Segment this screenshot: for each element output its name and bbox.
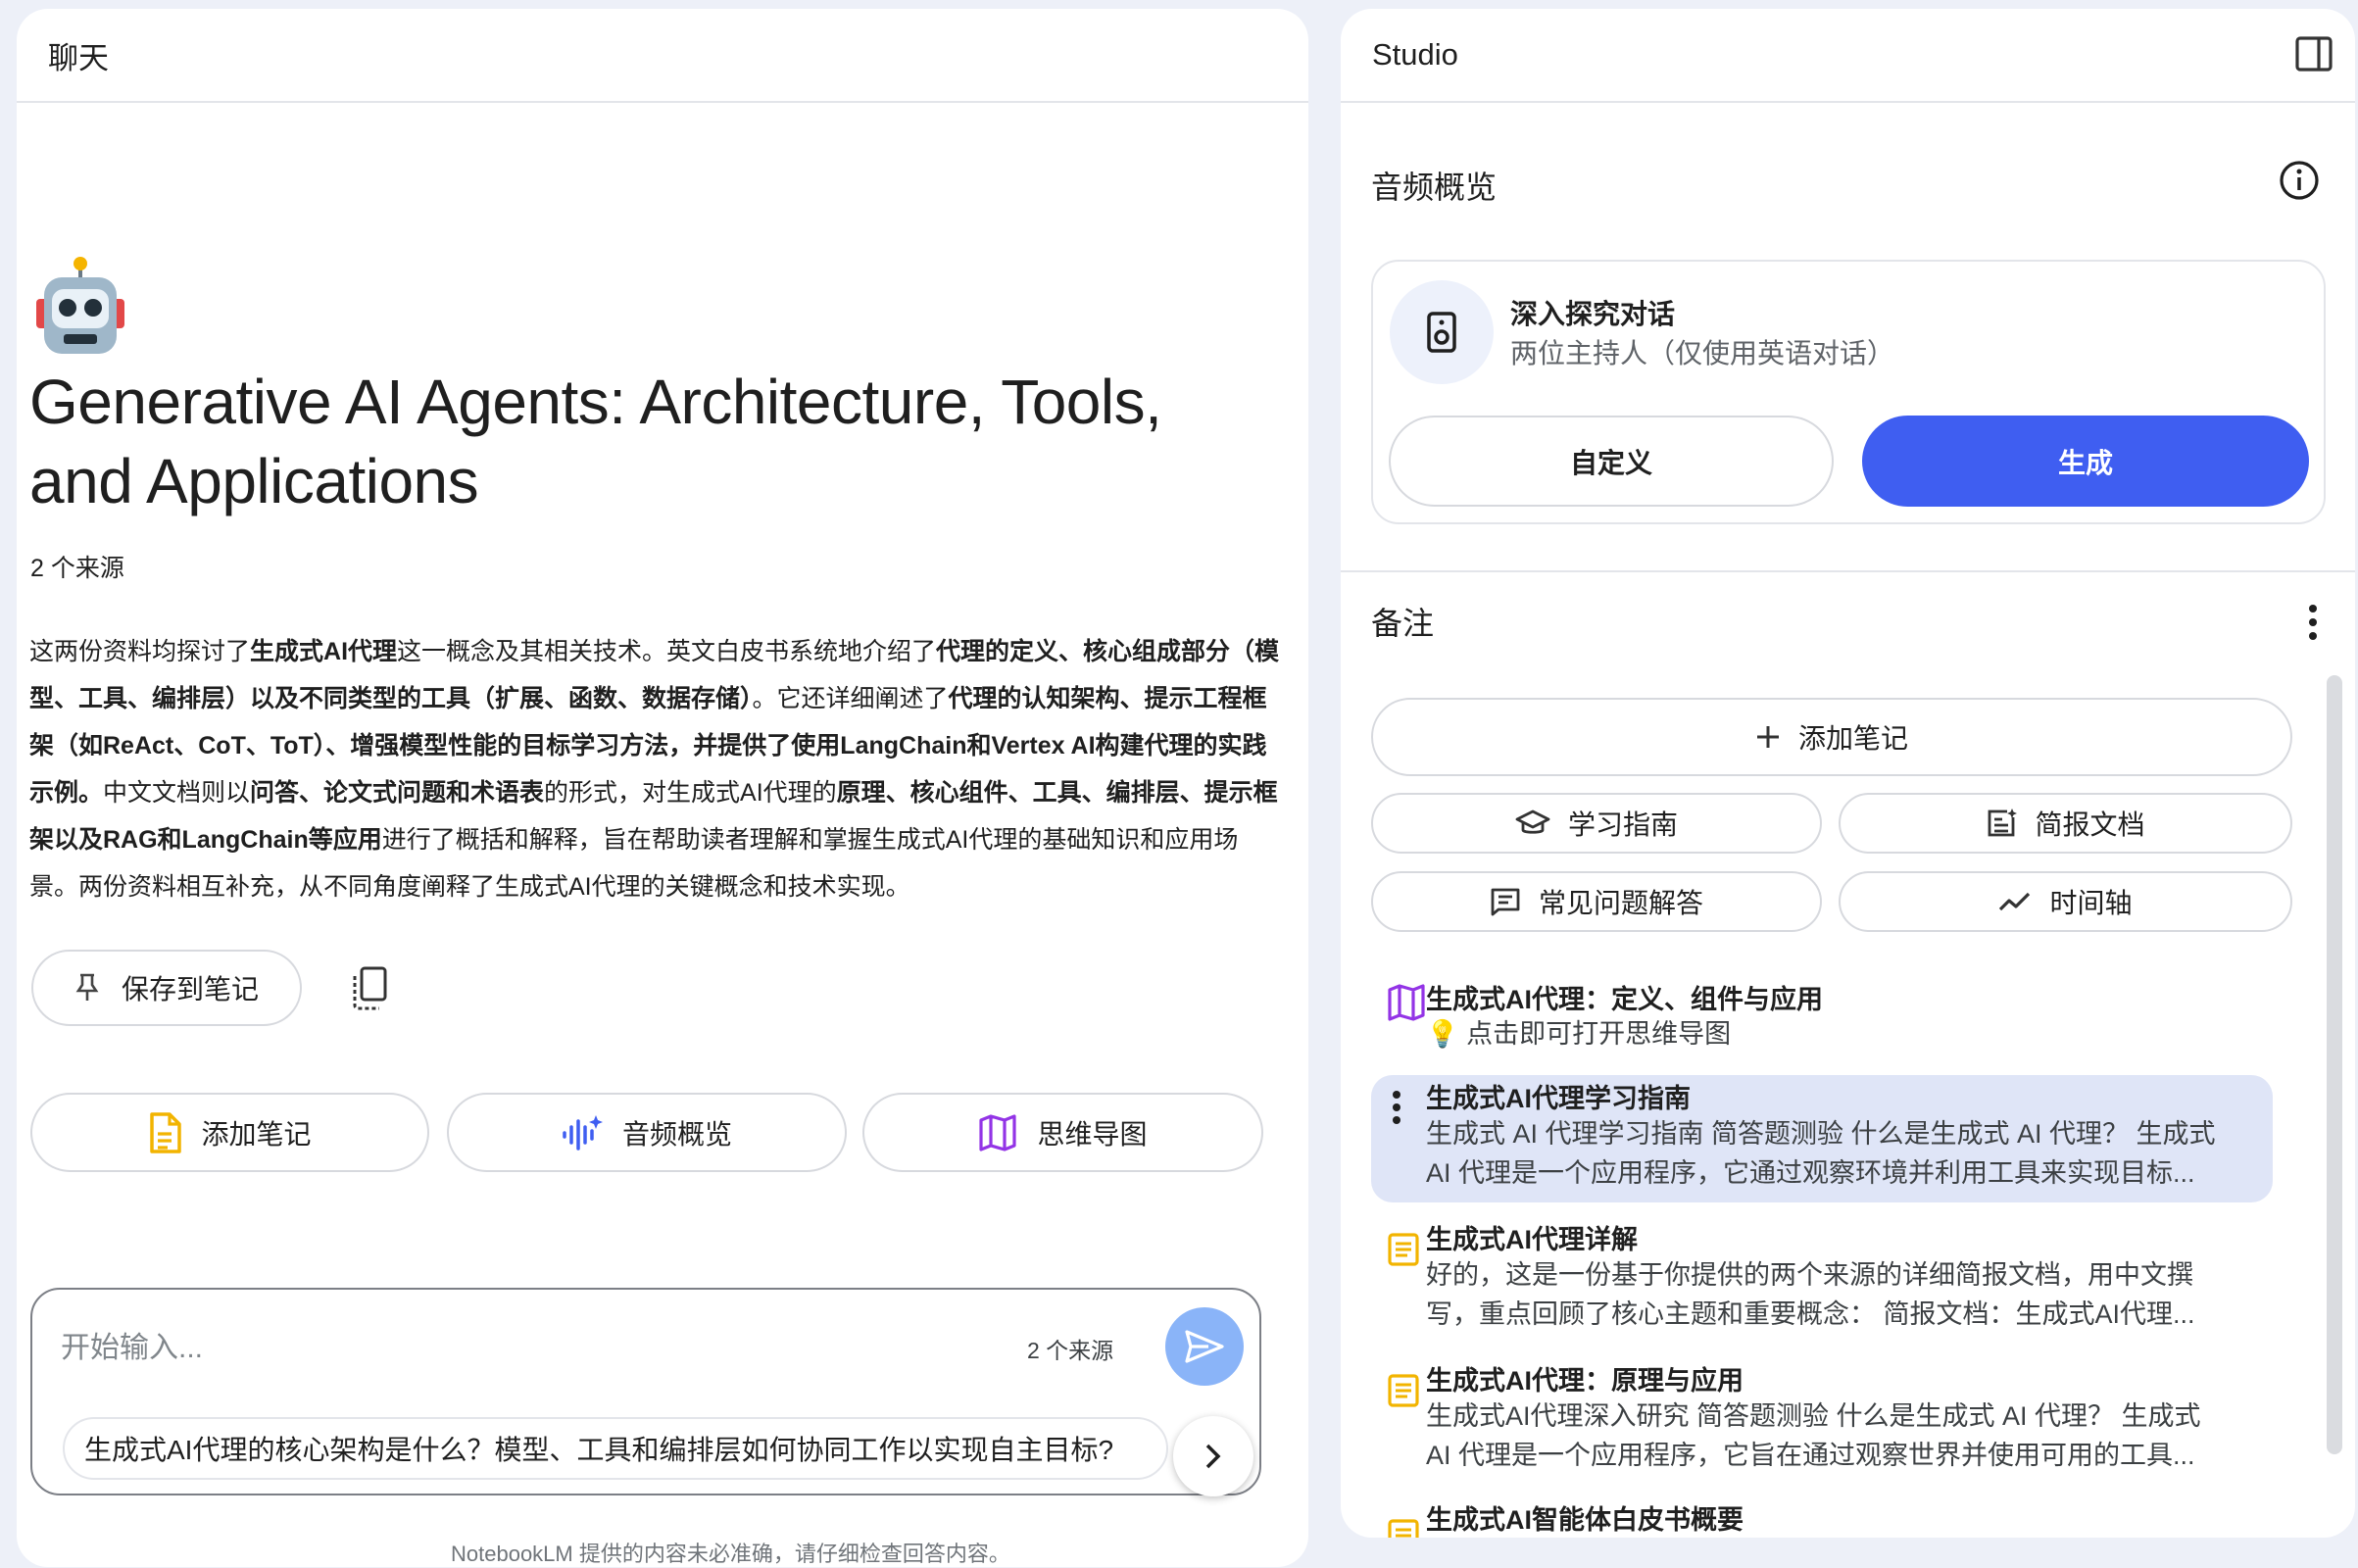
source-count: 2 个来源 xyxy=(30,555,124,582)
note-preview-line2: AI 代理是一个应用程序，它旨在通过观察世界并使用可用的工具... xyxy=(1426,1441,2195,1470)
mind-map-action-label: 思维导图 xyxy=(1037,1118,1148,1150)
pin-icon xyxy=(75,973,99,1001)
studio-header: Studio xyxy=(1341,9,2355,103)
map-icon xyxy=(979,1113,1017,1152)
timeline-label: 时间轴 xyxy=(2049,888,2133,918)
study-guide-label: 学习指南 xyxy=(1567,809,1678,840)
note-title: 生成式AI代理学习指南 xyxy=(1426,1084,1691,1113)
chat-header: 聊天 xyxy=(17,9,1308,103)
notebook-summary: 这两份资料均探讨了生成式AI代理这一概念及其相关技术。英文白皮书系统地介绍了代理… xyxy=(29,628,1284,910)
note-item-study-guide[interactable]: 生成式AI代理学习指南 生成式 AI 代理学习指南 简答题测验 什么是生成式 A… xyxy=(1371,1075,2273,1202)
note-item-principles[interactable]: 生成式AI代理：原理与应用 生成式AI代理深入研究 简答题测验 什么是生成式 A… xyxy=(1371,1357,2273,1485)
summary-segment: 中文文档则以 xyxy=(103,779,251,807)
timeline-button[interactable]: 时间轴 xyxy=(1839,871,2292,932)
customize-button[interactable]: 自定义 xyxy=(1389,416,1834,507)
faq-icon xyxy=(1491,888,1520,916)
note-title: 生成式AI智能体白皮书概要 xyxy=(1426,1505,1744,1535)
note-preview-line1: 好的，这是一份基于你提供的两个来源的详细简报文档，用中文撰 xyxy=(1426,1260,2193,1290)
faq-button[interactable]: 常见问题解答 xyxy=(1371,871,1822,932)
timeline-trend-icon xyxy=(1999,892,2031,911)
audio-overview-action-label: 音频概览 xyxy=(621,1118,732,1150)
summary-segment: 。它还详细阐述了 xyxy=(752,685,949,712)
save-to-note-button[interactable]: 保存到笔记 xyxy=(31,950,302,1026)
deep-dive-title: 深入探究对话 xyxy=(1510,299,1676,329)
note-doc-icon xyxy=(1388,1519,1419,1538)
deep-dive-subtitle: 两位主持人（仅使用英语对话） xyxy=(1510,338,1895,368)
add-note-action-label: 添加笔记 xyxy=(201,1118,312,1150)
briefing-doc-label: 简报文档 xyxy=(2035,809,2145,840)
summary-segment: 生成式AI代理 xyxy=(250,638,398,665)
note-title: 生成式AI代理：定义、组件与应用 xyxy=(1426,985,1823,1014)
note-preview-line1: 生成式AI代理深入研究 简答题测验 什么是生成式 AI 代理？ 生成式 xyxy=(1426,1401,2201,1431)
note-item-whitepaper[interactable]: 生成式AI智能体白皮书概要 xyxy=(1371,1498,2273,1538)
notebook-title: Generative AI Agents: Architecture, Tool… xyxy=(29,367,1162,516)
input-source-count: 2 个来源 xyxy=(1027,1338,1114,1363)
plus-icon xyxy=(1756,726,1779,748)
send-icon xyxy=(1185,1330,1224,1363)
note-icon xyxy=(150,1111,182,1153)
briefing-doc-button[interactable]: 简报文档 xyxy=(1839,793,2292,854)
speaker-icon xyxy=(1427,312,1456,353)
briefing-doc-icon xyxy=(1989,808,2018,837)
suggested-question-chip[interactable]: 生成式AI代理的核心架构是什么？模型、工具和编排层如何协同工作以实现自主目标? xyxy=(63,1417,1168,1480)
section-divider xyxy=(1341,570,2355,572)
save-to-note-label: 保存到笔记 xyxy=(121,974,259,1004)
summary-segment: 问答、论文式问题和术语表 xyxy=(250,779,545,807)
note-title: 生成式AI代理：原理与应用 xyxy=(1426,1366,1744,1396)
map-icon xyxy=(1388,984,1425,1021)
summary-segment: 的形式，对生成式AI代理的 xyxy=(544,779,837,807)
notes-heading: 备注 xyxy=(1371,606,1435,641)
note-title: 生成式AI代理详解 xyxy=(1426,1225,1638,1254)
studio-header-title: Studio xyxy=(1372,37,1458,72)
generate-label: 生成 xyxy=(2057,447,2113,478)
audio-waveform-icon xyxy=(563,1114,603,1151)
faq-label: 常见问题解答 xyxy=(1538,888,1703,918)
note-item-briefing[interactable]: 生成式AI代理详解 好的，这是一份基于你提供的两个来源的详细简报文档，用中文撰 … xyxy=(1371,1216,2273,1344)
add-note-label: 添加笔记 xyxy=(1797,723,1908,754)
note-preview-line2: AI 代理是一个应用程序，它通过观察环境并利用工具来实现目标... xyxy=(1426,1158,2195,1188)
more-options-icon[interactable] xyxy=(2305,602,2321,643)
mind-map-action-button[interactable]: 思维导图 xyxy=(862,1093,1263,1172)
note-item-mind-map[interactable]: 生成式AI代理：定义、组件与应用 💡 点击即可打开思维导图 xyxy=(1371,964,2273,1062)
chat-input-placeholder[interactable]: 开始输入... xyxy=(61,1323,203,1366)
summary-segment: 这一概念及其相关技术。英文白皮书系统地介绍了 xyxy=(397,638,937,665)
generate-button[interactable]: 生成 xyxy=(1862,416,2309,507)
panel-toggle-icon[interactable] xyxy=(2294,34,2333,74)
notes-scrollbar[interactable] xyxy=(2327,675,2342,1454)
info-icon[interactable] xyxy=(2278,159,2321,202)
copy-icon[interactable] xyxy=(349,966,388,1011)
speaker-icon-circle xyxy=(1390,280,1494,384)
add-note-action-button[interactable]: 添加笔记 xyxy=(30,1093,429,1172)
note-preview-line1: 生成式 AI 代理学习指南 简答题测验 什么是生成式 AI 代理？ 生成式 xyxy=(1426,1119,2216,1149)
note-preview-line2: 写，重点回顾了核心主题和重要概念： 简报文档：生成式AI代理... xyxy=(1426,1299,2195,1329)
note-doc-icon xyxy=(1388,1233,1419,1266)
chat-header-title: 聊天 xyxy=(48,40,109,75)
send-button[interactable] xyxy=(1165,1307,1244,1386)
customize-label: 自定义 xyxy=(1569,447,1652,478)
audio-overview-heading: 音频概览 xyxy=(1371,170,1498,205)
note-hint: 💡 点击即可打开思维导图 xyxy=(1426,1019,1732,1049)
graduation-cap-icon xyxy=(1515,809,1550,834)
audio-overview-action-button[interactable]: 音频概览 xyxy=(447,1093,847,1172)
note-more-options-icon[interactable] xyxy=(1391,1089,1402,1126)
next-suggestion-button[interactable] xyxy=(1173,1416,1253,1496)
add-note-button[interactable]: 添加笔记 xyxy=(1371,698,2292,776)
suggested-question-text: 生成式AI代理的核心架构是什么？模型、工具和编排层如何协同工作以实现自主目标? xyxy=(84,1435,1114,1465)
note-doc-icon xyxy=(1388,1374,1419,1407)
robot-emoji-icon xyxy=(36,257,124,354)
chevron-right-icon xyxy=(1205,1444,1221,1469)
summary-segment: 这两份资料均探讨了 xyxy=(29,638,251,665)
disclaimer-footnote: NotebookLM 提供的内容未必准确，请仔细检查回答内容。 xyxy=(451,1542,1010,1566)
study-guide-button[interactable]: 学习指南 xyxy=(1371,793,1822,854)
studio-panel: Studio 音频概览 深入探究对话 两位主持人（仅使用英语对话） 自定义 生成… xyxy=(1341,9,2355,1538)
